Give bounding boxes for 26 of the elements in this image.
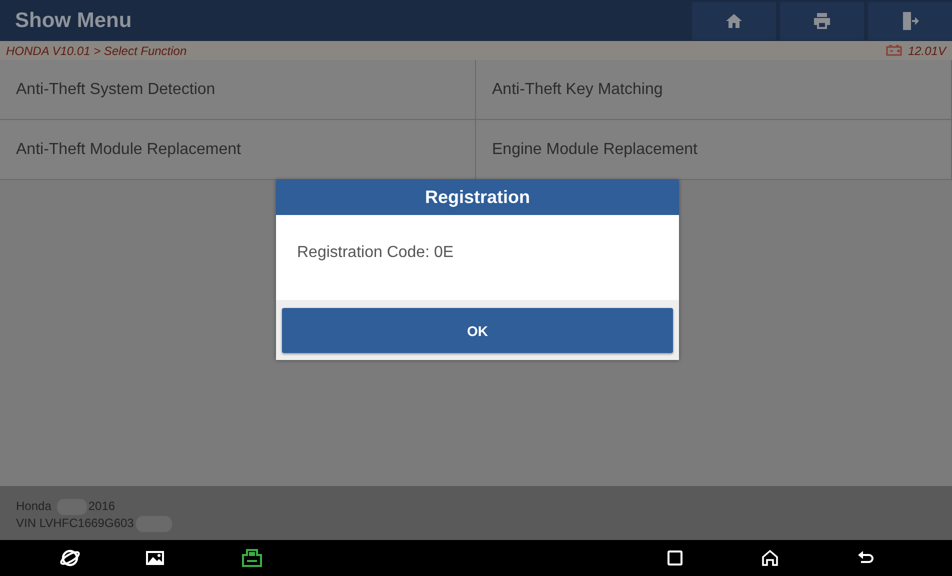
menu-item[interactable]: Engine Module Replacement [476, 120, 952, 180]
menu-item[interactable]: Anti-Theft Key Matching [476, 60, 952, 120]
home-icon[interactable] [761, 549, 779, 567]
print-icon [812, 12, 832, 30]
voltage-reading: 12.01V [908, 44, 946, 58]
vin-number: VIN LVHFC1669G603 [16, 515, 134, 532]
toolbar-button[interactable] [868, 2, 952, 40]
picture-icon[interactable] [146, 551, 164, 565]
toolbar-button[interactable] [780, 2, 864, 40]
menu-item[interactable]: Anti-Theft System Detection [0, 60, 476, 120]
screen-title: Show Menu [15, 8, 132, 32]
dialog-title: Registration [276, 180, 679, 215]
exit-door-icon [901, 11, 919, 31]
square-icon[interactable] [667, 550, 683, 566]
menu-item[interactable]: Anti-Theft Module Replacement [0, 120, 476, 180]
breadcrumb: HONDA V10.01 > Select Function [6, 44, 187, 58]
toolbar-button[interactable] [692, 2, 776, 40]
vehicle-year: 2016 [88, 498, 116, 515]
vci-connector-icon[interactable] [240, 548, 264, 568]
vehicle-make: Honda [16, 498, 52, 515]
home-icon [725, 12, 743, 30]
back-icon[interactable] [857, 550, 875, 566]
registration-code-message: Registration Code: 0E [297, 244, 454, 261]
planet-icon[interactable] [59, 548, 81, 568]
battery-icon [886, 45, 902, 56]
ok-button[interactable]: OK [282, 308, 673, 353]
